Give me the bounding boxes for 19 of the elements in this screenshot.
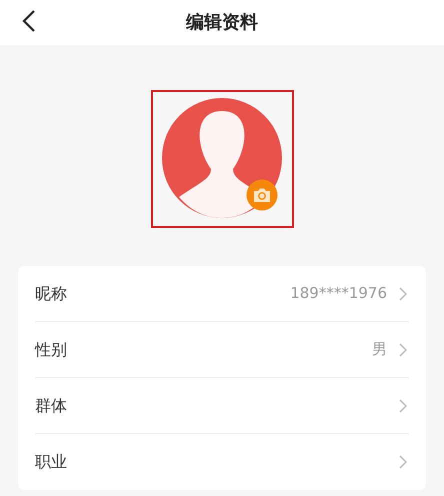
field-value: 189****1976 (290, 283, 387, 304)
profile-row[interactable]: 群体 (35, 378, 409, 434)
field-label: 昵称 (35, 282, 67, 304)
chevron-right-icon (399, 286, 407, 300)
avatar-silhouette-icon (160, 97, 282, 219)
chevron-right-icon (399, 455, 407, 469)
field-value: 男 (372, 339, 387, 360)
field-label: 职业 (35, 451, 67, 473)
profile-row[interactable]: 职业 (35, 434, 409, 490)
chevron-right-icon (399, 342, 407, 356)
chevron-right-icon (399, 398, 407, 412)
page-title: 编辑资料 (186, 11, 258, 35)
field-label: 群体 (35, 394, 67, 416)
profile-row[interactable]: 昵称 189****1976 (35, 266, 409, 322)
avatar-frame[interactable] (150, 90, 294, 228)
back-icon[interactable] (22, 10, 36, 32)
field-label: 性别 (35, 338, 67, 360)
camera-icon[interactable] (246, 179, 278, 211)
profile-row[interactable]: 性别 男 (35, 322, 409, 378)
